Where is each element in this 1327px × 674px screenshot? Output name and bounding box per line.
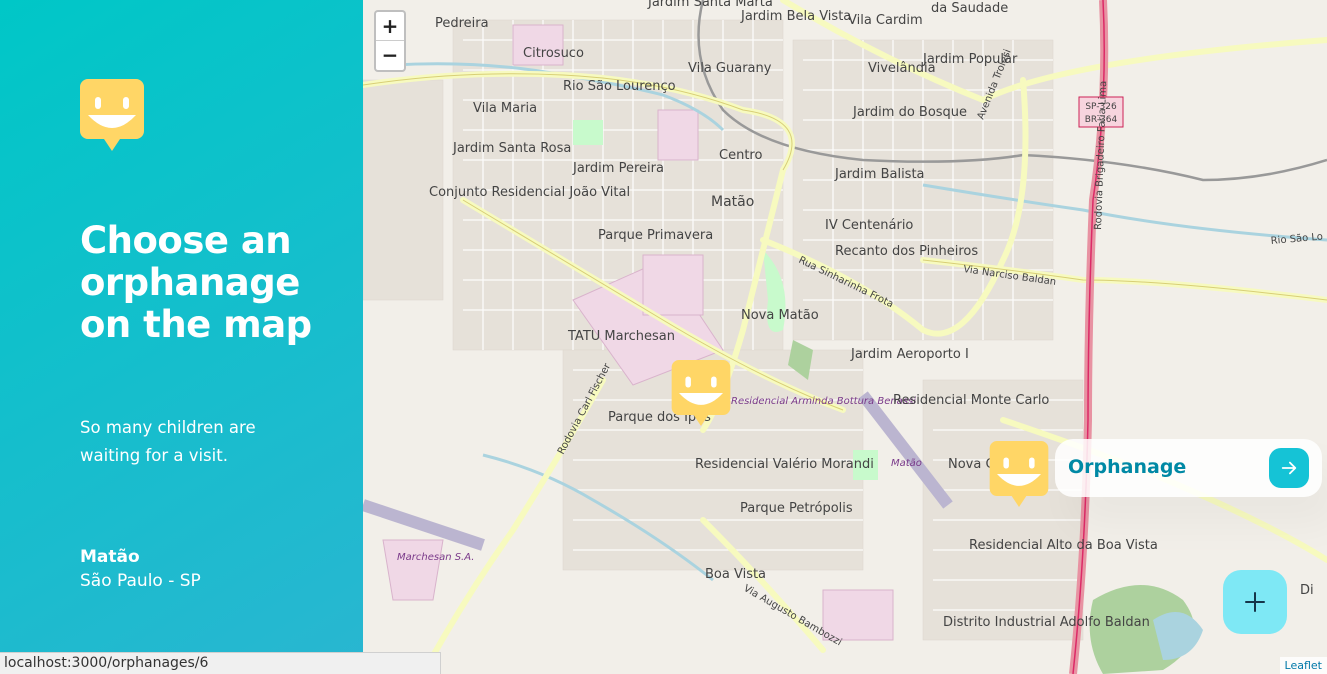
happy-face-marker-icon <box>80 79 144 151</box>
map-label: Di <box>1300 583 1314 598</box>
map-label: IV Centenário <box>825 218 913 233</box>
map-label: Residencial Arminda Bottura Benassi <box>731 396 916 407</box>
map-label: Jardim Aeroporto I <box>850 347 969 362</box>
happy-face-marker-icon <box>989 441 1049 507</box>
browser-status-bar: localhost:3000/orphanages/6 <box>0 652 441 674</box>
map-label: Residencial Alto da Boa Vista <box>969 538 1158 553</box>
map-label: Centro <box>719 148 762 163</box>
zoom-out-button[interactable]: − <box>376 41 404 70</box>
map-label: Matão <box>711 194 754 210</box>
map-label: Pedreira <box>435 16 489 31</box>
map-label: Rio São Lourenço <box>563 79 676 94</box>
location-state: São Paulo - SP <box>80 571 201 591</box>
map-label: Distrito Industrial Adolfo Baldan <box>943 615 1150 630</box>
page-title: Choose an orphanage on the map <box>80 219 312 346</box>
orphanage-popup: Orphanage <box>1055 439 1322 497</box>
map-label: Recanto dos Pinheiros <box>835 244 978 259</box>
plus-icon <box>1245 592 1265 612</box>
map-tiles[interactable]: SP-326 BR-364 PedreiraCitrosucoRio São L… <box>363 0 1327 674</box>
map-label: Residencial Valério Morandi <box>695 457 874 472</box>
sidebar: Choose an orphanage on the map So many c… <box>0 0 363 674</box>
map-label: Residencial Monte Carlo <box>893 393 1049 408</box>
map-label: Boa Vista <box>705 567 766 582</box>
location-city: Matão <box>80 547 140 567</box>
map-label: Vila Maria <box>473 101 537 116</box>
map-label: Jardim Pereira <box>572 161 664 176</box>
arrow-right-icon <box>1281 461 1297 475</box>
map-label: Vila Cardim <box>848 13 923 28</box>
zoom-control: + − <box>374 10 406 72</box>
map-label: Jardim Bela Vista <box>740 9 851 24</box>
page-subtitle: So many children are waiting for a visit… <box>80 418 256 465</box>
popup-title: Orphanage <box>1068 456 1187 478</box>
map-label: Vila Guarany <box>688 61 772 76</box>
add-orphanage-button[interactable] <box>1223 570 1287 634</box>
map-label: Parque Petrópolis <box>740 501 853 516</box>
map-label: da Saudade <box>931 1 1008 16</box>
map-label: Parque Primavera <box>598 228 713 243</box>
open-orphanage-button[interactable] <box>1269 448 1309 488</box>
orphanage-marker-1[interactable] <box>671 360 731 426</box>
happy-face-marker-icon <box>671 360 731 426</box>
orphanage-marker-2[interactable] <box>989 441 1049 507</box>
map-label: Marchesan S.A. <box>397 552 474 563</box>
zoom-in-button[interactable]: + <box>376 12 404 41</box>
map-label: Conjunto Residencial João Vital <box>429 185 630 200</box>
map-label: TATU Marchesan <box>567 329 675 344</box>
map-label: Nova C <box>948 457 995 472</box>
map-label: Citrosuco <box>523 46 584 61</box>
map-label: Matão <box>891 458 922 469</box>
map-label: Jardim Balista <box>834 167 925 182</box>
map-label: Jardim Santa Rosa <box>452 141 571 156</box>
map-label: Nova Matão <box>741 308 819 323</box>
map-label: Jardim do Bosque <box>852 105 967 120</box>
map-attribution[interactable]: Leaflet <box>1279 657 1327 674</box>
map[interactable]: SP-326 BR-364 Pedreira Citrosuco Rio São L… <box>363 0 1327 674</box>
